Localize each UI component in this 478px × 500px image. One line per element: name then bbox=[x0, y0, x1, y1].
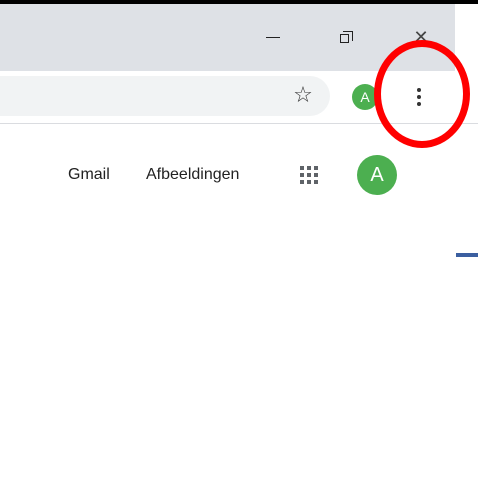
blue-accent-line bbox=[456, 253, 478, 257]
minimize-button[interactable] bbox=[248, 4, 298, 71]
google-apps-icon[interactable] bbox=[300, 166, 318, 184]
gmail-link[interactable]: Gmail bbox=[68, 166, 110, 184]
browser-window: ✕ ☆ A Gmail Afbeeldingen A bbox=[0, 0, 478, 500]
menu-dot bbox=[417, 88, 421, 92]
account-avatar[interactable]: A bbox=[357, 155, 397, 195]
images-link[interactable]: Afbeeldingen bbox=[146, 166, 239, 184]
bookmark-star-icon[interactable]: ☆ bbox=[288, 80, 318, 110]
restore-button[interactable] bbox=[322, 4, 372, 71]
address-bar[interactable] bbox=[0, 76, 330, 116]
profile-avatar-button[interactable]: A bbox=[352, 84, 378, 110]
close-icon: ✕ bbox=[413, 27, 429, 48]
chrome-menu-button[interactable] bbox=[404, 82, 434, 112]
title-bar bbox=[0, 4, 455, 71]
menu-dot bbox=[417, 102, 421, 106]
minimize-icon bbox=[266, 37, 280, 38]
menu-dot bbox=[417, 95, 421, 99]
close-button[interactable]: ✕ bbox=[396, 4, 446, 71]
title-bar-edge bbox=[455, 4, 478, 71]
restore-icon bbox=[340, 30, 354, 45]
toolbar-divider bbox=[0, 123, 478, 124]
